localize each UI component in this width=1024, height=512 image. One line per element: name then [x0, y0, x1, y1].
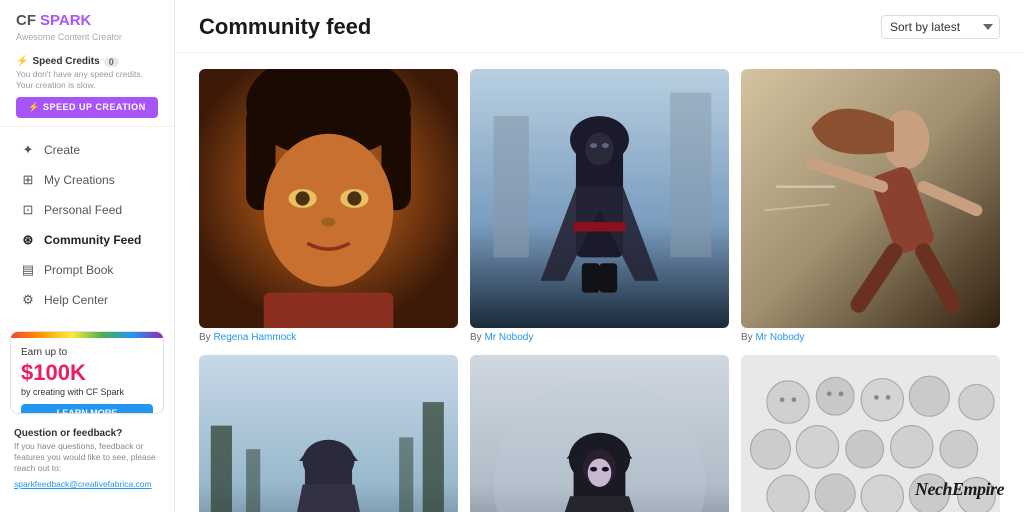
grid-image-6 — [741, 355, 1000, 512]
sidebar-item-prompt-book-label: Prompt Book — [44, 263, 113, 277]
ad-amount: $100K — [21, 361, 153, 385]
logo-area: CF SPARK Awesome Content Creator — [0, 12, 174, 50]
grid-image-3 — [741, 69, 1000, 328]
grid-image-3-svg — [741, 69, 1000, 328]
ad-sub-text: by creating with CF Spark — [21, 387, 153, 397]
grid-image-1-svg — [199, 69, 458, 328]
grid-item-3[interactable]: By Mr Nobody — [741, 69, 1000, 343]
grid-item-5[interactable] — [470, 355, 729, 512]
bolt-icon: ⚡ — [16, 56, 28, 67]
page-title: Community feed — [199, 14, 371, 40]
feedback-email-link[interactable]: sparkfeedback@creativefabrica.com — [14, 479, 152, 489]
sidebar-item-help-center-label: Help Center — [44, 293, 108, 307]
logo-cf: CF — [16, 12, 36, 29]
ad-learn-more-button[interactable]: LEARN MORE — [21, 404, 153, 414]
my-creations-icon: ⊞ — [20, 172, 36, 188]
sidebar-item-create-label: Create — [44, 143, 80, 157]
nav-menu: ✦ Create ⊞ My Creations ⊡ Personal Feed … — [0, 127, 174, 323]
speed-credits-section: ⚡ Speed Credits 0 You don't have any spe… — [0, 50, 174, 127]
grid-item-6[interactable]: By I Love Recording — [741, 355, 1000, 512]
speed-credits-title: ⚡ Speed Credits 0 — [16, 56, 158, 67]
grid-item-4[interactable] — [199, 355, 458, 512]
sidebar-ad: Earn up to $100K by creating with CF Spa… — [10, 331, 164, 414]
sidebar-item-personal-feed-label: Personal Feed — [44, 203, 122, 217]
sidebar-item-my-creations[interactable]: ⊞ My Creations — [4, 165, 170, 195]
logo-spark: SPARK — [40, 12, 91, 29]
main-content: Community feed Sort by latest Sort by po… — [175, 0, 1024, 512]
sidebar-item-personal-feed[interactable]: ⊡ Personal Feed — [4, 195, 170, 225]
sidebar-item-community-feed[interactable]: ⊛ Community Feed — [4, 225, 170, 255]
grid-image-2 — [470, 69, 729, 328]
feedback-section: Question or feedback? If you have questi… — [0, 422, 174, 500]
sidebar-item-community-feed-label: Community Feed — [44, 233, 141, 247]
grid-item-2[interactable]: By Mr Nobody — [470, 69, 729, 343]
grid-image-5 — [470, 355, 729, 512]
logo: CF SPARK — [16, 12, 91, 29]
image-grid: By Regena Hammock — [175, 53, 1024, 512]
sort-select[interactable]: Sort by latest Sort by popular Sort by t… — [881, 15, 1000, 39]
sidebar-item-create[interactable]: ✦ Create — [4, 135, 170, 165]
community-feed-icon: ⊛ — [20, 232, 36, 248]
sort-control: Sort by latest Sort by popular Sort by t… — [881, 15, 1000, 39]
sidebar-item-prompt-book[interactable]: ▤ Prompt Book — [4, 255, 170, 285]
grid-image-5-svg — [470, 355, 729, 512]
grid-image-1 — [199, 69, 458, 328]
personal-feed-icon: ⊡ — [20, 202, 36, 218]
speed-credits-desc: You don't have any speed credits. Your c… — [16, 69, 158, 91]
grid-author-2: By Mr Nobody — [470, 332, 729, 343]
grid-image-2-svg — [470, 69, 729, 328]
sidebar-item-my-creations-label: My Creations — [44, 173, 115, 187]
grid-image-6-svg — [741, 355, 1000, 512]
feedback-title: Question or feedback? — [14, 428, 160, 439]
ad-body: Earn up to $100K by creating with CF Spa… — [11, 338, 163, 414]
logo-tagline: Awesome Content Creator — [16, 32, 122, 42]
speed-up-button[interactable]: ⚡ SPEED UP CREATION — [16, 97, 158, 118]
create-icon: ✦ — [20, 142, 36, 158]
speed-credits-count: 0 — [104, 57, 119, 67]
help-center-icon: ⚙ — [20, 292, 36, 308]
main-header: Community feed Sort by latest Sort by po… — [175, 0, 1024, 53]
grid-image-4 — [199, 355, 458, 512]
prompt-book-icon: ▤ — [20, 262, 36, 278]
grid-author-3: By Mr Nobody — [741, 332, 1000, 343]
feedback-desc: If you have questions, feedback or featu… — [14, 441, 160, 474]
sidebar-item-help-center[interactable]: ⚙ Help Center — [4, 285, 170, 315]
sidebar: CF SPARK Awesome Content Creator ⚡ Speed… — [0, 0, 175, 512]
grid-author-1: By Regena Hammock — [199, 332, 458, 343]
grid-item-1[interactable]: By Regena Hammock — [199, 69, 458, 343]
ad-earn-text: Earn up to — [21, 346, 153, 359]
grid-image-4-svg — [199, 355, 458, 512]
